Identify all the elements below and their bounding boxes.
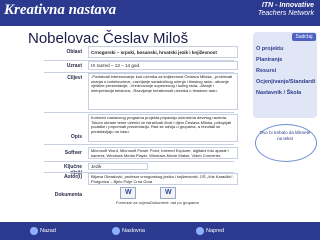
site-logo[interactable]: Kreativna nastava (4, 2, 116, 19)
network-tagline: ITN - Innovative Teachers Network (258, 2, 314, 18)
page-title: Nobelovac Česlav Miloš (28, 30, 189, 47)
document-link-formular[interactable]: Formular za ocjenu (116, 200, 150, 205)
sidebar-item-ocjenjivanje[interactable]: Ocjenjivanje/Standardi (256, 79, 315, 85)
back-button[interactable]: Nazad (30, 226, 56, 236)
field-value-softver: Microsoft Word, Microsoft Power Point, I… (88, 147, 238, 159)
arrow-left-icon (30, 226, 38, 235)
field-label-opis: Opis (70, 134, 82, 140)
tagline-line2: Teachers Network (257, 10, 314, 17)
field-value-oblast: Crnogorski – srpski, bosanski, hrvatski … (88, 46, 238, 58)
field-label-ciljevi: Ciljevi (67, 75, 82, 81)
document-icon[interactable] (160, 187, 176, 199)
top-banner: Kreativna nastava ITN - Innovative Teach… (0, 0, 320, 26)
sidebar-item-resursi[interactable]: Resursi (256, 68, 276, 74)
divider (44, 144, 234, 145)
content-sidebar (253, 32, 317, 118)
back-label: Nazad (40, 228, 56, 234)
arrow-right-icon (196, 226, 204, 235)
divider (44, 112, 234, 113)
field-value-opis: Korisnici nastavnog programa projekta pr… (88, 114, 238, 142)
field-label-softver: Softver (64, 150, 82, 156)
next-label: Napred (206, 228, 225, 234)
field-label-autori: Autor(i) (63, 174, 82, 180)
home-label: Naslovna (122, 228, 145, 234)
sidebar-tab-sadrzaj[interactable]: Sadržaj (292, 33, 316, 41)
divider (44, 161, 234, 162)
field-label-dokumenta: Dokumenta (54, 192, 82, 198)
field-value-kljucne-rijeci: Jezik (88, 163, 148, 170)
field-label-uzrast: Uzrast (66, 63, 82, 69)
tagline-line1: ITN - Innovative (261, 2, 314, 9)
home-icon (112, 226, 120, 235)
home-button[interactable]: Naslovna (112, 226, 145, 236)
field-label-oblast: Oblast (66, 49, 82, 55)
field-value-uzrast: IX razred – 13 – 14 god. (88, 61, 238, 70)
field-value-autori: Biljana Obradović, profesor crnogorskog … (88, 173, 238, 185)
sidebar-item-o-projektu[interactable]: O projektu (256, 46, 284, 52)
sidebar-item-nastavnik[interactable]: Nastavnik / Škola (256, 90, 301, 96)
field-value-ciljevi: -Podsticati interesovanje kod učenika za… (88, 73, 238, 110)
sidebar-item-planiranje[interactable]: Planiranje (256, 57, 282, 63)
tip-text: Ovo bi trebalo da kliknete na tekst (259, 130, 311, 141)
document-icon[interactable] (120, 187, 136, 199)
document-link-rad-po-grupama[interactable]: Dokument: rad po grupama (150, 200, 199, 205)
next-button[interactable]: Napred (196, 226, 224, 236)
